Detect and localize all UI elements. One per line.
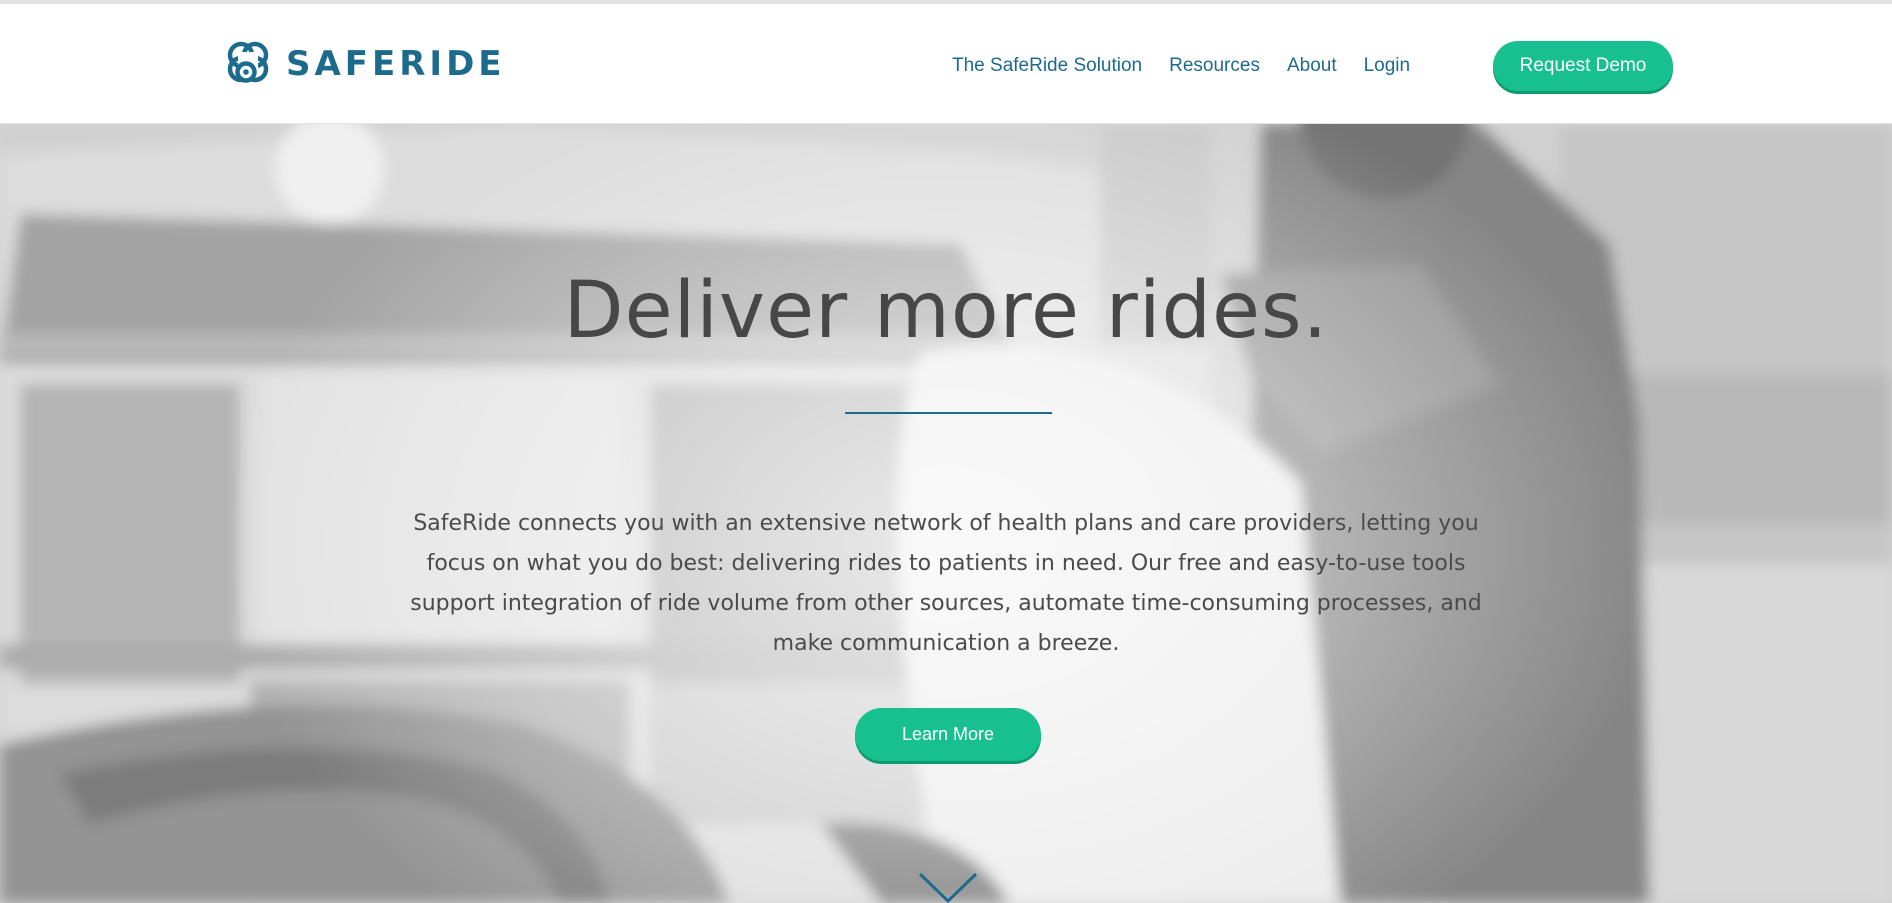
nav-link-about[interactable]: About: [1287, 55, 1337, 77]
site-header: SAFERIDE The SafeRide Solution Resources…: [0, 4, 1892, 124]
hero-divider: [845, 412, 1052, 414]
nav-link-resources[interactable]: Resources: [1169, 55, 1260, 77]
hero-section: Deliver more rides. SafeRide connects yo…: [0, 124, 1892, 903]
learn-more-button[interactable]: Learn More: [855, 708, 1041, 761]
nav-link-saferide-solution[interactable]: The SafeRide Solution: [952, 55, 1142, 77]
hero-description: SafeRide connects you with an extensive …: [410, 511, 1482, 656]
chevron-down-icon[interactable]: [918, 872, 978, 903]
logo-wordmark: SAFERIDE: [286, 44, 506, 84]
logo-link[interactable]: SAFERIDE: [222, 38, 506, 90]
saferide-logo-mark-icon: [227, 41, 269, 83]
request-demo-button[interactable]: Request Demo: [1493, 41, 1673, 91]
nav-link-login[interactable]: Login: [1364, 55, 1411, 77]
main-nav: The SafeRide Solution Resources About Lo…: [952, 46, 1410, 86]
hero-title: Deliver more rides.: [563, 266, 1329, 356]
